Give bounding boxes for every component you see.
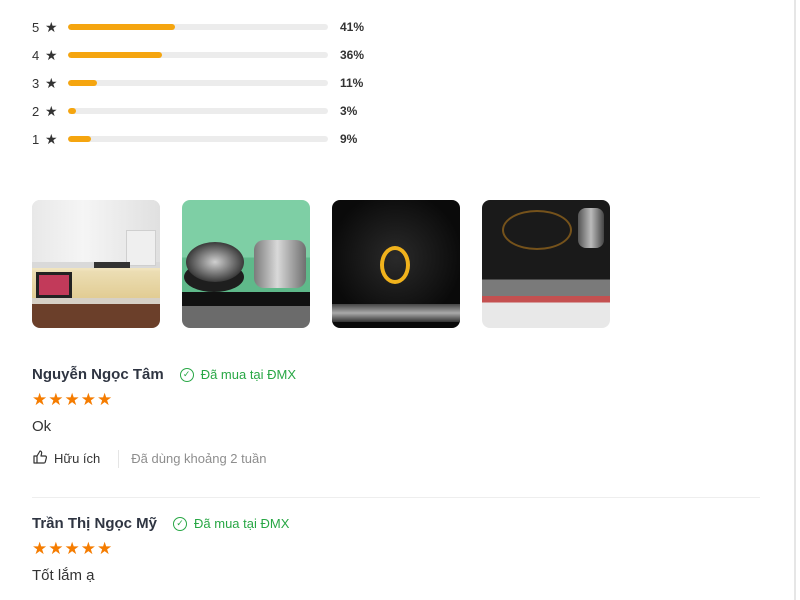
review-divider <box>32 497 760 498</box>
rating-star-count: 5 <box>32 19 40 35</box>
star-icon: ★ <box>80 539 96 558</box>
rating-row-5[interactable]: 5 ★ 41% <box>32 13 392 41</box>
rating-star-count: 4 <box>32 47 40 63</box>
rating-bar-fill <box>68 24 175 30</box>
rating-bar-track <box>68 136 328 142</box>
verified-label: Đã mua tại ĐMX <box>200 367 297 382</box>
star-icon: ★ <box>32 390 48 409</box>
rating-bar-fill <box>68 108 76 114</box>
helpful-label: Hữu ích <box>54 451 101 466</box>
rating-percent: 11% <box>340 76 364 90</box>
rating-bar-fill <box>68 80 97 86</box>
rating-percent: 9% <box>340 132 358 146</box>
review-item: Trần Thị Ngọc Mỹ ✓ Đã mua tại ĐMX ★★★★★ … <box>32 515 289 584</box>
review-text: Ok <box>32 418 52 435</box>
rating-row-4[interactable]: 4 ★ 36% <box>32 41 392 69</box>
pot-shape <box>186 242 244 282</box>
reviewer-name: Nguyễn Ngọc Tâm <box>32 366 164 383</box>
star-icon: ★ <box>45 47 58 63</box>
review-header: Nguyễn Ngọc Tâm ✓ Đã mua tại ĐMX <box>32 366 296 383</box>
cooktop-edge-shape <box>332 304 460 322</box>
action-separator <box>118 449 120 468</box>
page-edge-divider <box>794 0 796 600</box>
rating-row-1[interactable]: 1 ★ 9% <box>32 125 392 153</box>
verified-purchase-badge: ✓ Đã mua tại ĐMX <box>179 367 297 382</box>
cooktop-counter-photo[interactable] <box>482 200 610 328</box>
review-header: Trần Thị Ngọc Mỹ ✓ Đã mua tại ĐMX <box>32 515 289 532</box>
rating-bar-track <box>68 108 328 114</box>
star-icon: ★ <box>45 75 58 91</box>
reviewer-name: Trần Thị Ngọc Mỹ <box>32 515 158 532</box>
rating-breakdown: 5 ★ 41% 4 ★ 36% 3 ★ 11% 2 ★ 3% 1 ★ 9% <box>32 13 392 153</box>
counter-shape <box>32 298 160 304</box>
kitchen-photo[interactable] <box>32 200 160 328</box>
review-stars: ★★★★★ <box>32 391 296 408</box>
verified-purchase-badge: ✓ Đã mua tại ĐMX <box>173 516 289 531</box>
rating-star-count: 3 <box>32 75 40 91</box>
star-icon: ★ <box>45 103 58 119</box>
star-icon: ★ <box>80 390 96 409</box>
star-icon: ★ <box>32 539 48 558</box>
star-icon: ★ <box>48 539 64 558</box>
rating-percent: 36% <box>340 48 365 62</box>
verified-label: Đã mua tại ĐMX <box>194 516 290 531</box>
review-item: Nguyễn Ngọc Tâm ✓ Đã mua tại ĐMX ★★★★★ O… <box>32 366 296 468</box>
thumbs-up-icon <box>32 449 48 468</box>
helpful-button[interactable]: Hữu ích <box>32 449 100 468</box>
rating-percent: 41% <box>340 20 365 34</box>
pot-shape <box>254 240 306 288</box>
rating-row-3[interactable]: 3 ★ 11% <box>32 69 392 97</box>
cabinet-shape <box>126 230 156 266</box>
star-icon: ★ <box>97 539 113 558</box>
star-icon: ★ <box>45 19 58 35</box>
star-icon: ★ <box>64 539 80 558</box>
star-icon: ★ <box>64 390 80 409</box>
review-actions: Hữu ích Đã dùng khoảng 2 tuần <box>32 449 296 468</box>
tv-shape <box>36 272 72 298</box>
pots-on-cooktop-photo[interactable] <box>182 200 310 328</box>
star-icon: ★ <box>48 390 64 409</box>
usage-duration: Đã dùng khoảng 2 tuần <box>131 451 267 466</box>
burner-ring-shape <box>380 246 410 284</box>
rating-percent: 3% <box>340 104 358 118</box>
star-icon: ★ <box>45 131 58 147</box>
kettle-shape <box>578 208 604 248</box>
rating-bar-fill <box>68 136 92 142</box>
burner-ring-shape <box>502 210 572 250</box>
cooktop-shape <box>182 292 310 306</box>
rating-star-count: 1 <box>32 131 40 147</box>
review-photo-gallery <box>32 200 610 328</box>
rating-row-2[interactable]: 2 ★ 3% <box>32 97 392 125</box>
rating-bar-track <box>68 80 328 86</box>
review-stars: ★★★★★ <box>32 540 289 557</box>
cooktop-ring-photo[interactable] <box>332 200 460 328</box>
rating-bar-track <box>68 24 328 30</box>
check-circle-icon: ✓ <box>179 367 194 382</box>
check-circle-icon: ✓ <box>173 516 188 531</box>
star-icon: ★ <box>97 390 113 409</box>
rating-star-count: 2 <box>32 103 40 119</box>
rating-bar-track <box>68 52 328 58</box>
rating-bar-fill <box>68 52 162 58</box>
range-hood-shape <box>94 262 130 268</box>
review-text: Tốt lắm ạ <box>32 567 95 584</box>
